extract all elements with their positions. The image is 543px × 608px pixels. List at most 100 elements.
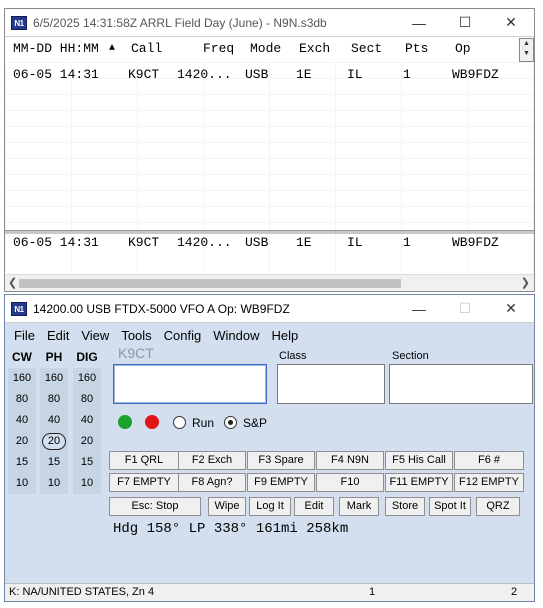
horizontal-scrollbar[interactable]: ❮ ❯ [5, 274, 534, 291]
band-button[interactable]: 160 [8, 368, 36, 389]
class-label: Class [279, 350, 307, 362]
column-header-freq[interactable]: Freq [203, 40, 234, 58]
band-button[interactable]: 15 [73, 452, 101, 473]
cell-sect: IL [347, 235, 363, 250]
scroll-left-icon[interactable]: ❮ [8, 276, 17, 289]
band-button[interactable]: 15 [8, 452, 36, 473]
minimize-icon[interactable]: ― [396, 9, 442, 37]
entry-titlebar[interactable]: N1 14200.00 USB FTDX-5000 VFO A Op: WB9F… [5, 295, 534, 323]
status-country-zone: K: NA/UNITED STATES, Zn 4 [9, 586, 155, 598]
f4-button[interactable]: F4 N9N [316, 451, 384, 470]
sort-ascending-icon: ▲ [109, 43, 116, 54]
cell-exch: 1E [296, 235, 312, 250]
cell-exch: 1E [296, 67, 312, 82]
log-titlebar[interactable]: N1 6/5/2025 14:31:58Z ARRL Field Day (Ju… [5, 9, 534, 37]
cell-pts: 1 [403, 235, 411, 250]
section-input[interactable] [389, 364, 533, 404]
close-icon[interactable]: ✕ [488, 295, 534, 323]
f6-button[interactable]: F6 # [454, 451, 524, 470]
minimize-icon[interactable]: ― [396, 295, 442, 323]
mark-button[interactable]: Mark [339, 497, 379, 516]
run-radio-label[interactable]: Run [192, 416, 214, 430]
column-header-pts[interactable]: Pts [405, 40, 428, 58]
close-icon[interactable]: ✕ [488, 9, 534, 37]
f11-button[interactable]: F11 EMPTY [385, 473, 453, 492]
f7-button[interactable]: F7 EMPTY [109, 473, 179, 492]
spot-it-button[interactable]: Spot It [429, 497, 471, 516]
band-button[interactable]: 20 [73, 431, 101, 452]
log-grid: 06-05 14:31 K9CT 1420... USB 1E IL 1 WB9… [5, 62, 534, 230]
column-header-datetime[interactable]: MM-DD HH:MM [13, 40, 99, 58]
band-button[interactable]: 80 [73, 389, 101, 410]
band-header-cw: CW [12, 350, 32, 364]
band-button-selected[interactable]: 20 [40, 431, 68, 452]
f9-button[interactable]: F9 EMPTY [247, 473, 315, 492]
cell-freq: 1420... [177, 67, 232, 82]
vertical-scroll-arrows[interactable]: ▲ ▼ [519, 38, 534, 62]
band-button[interactable]: 10 [8, 473, 36, 494]
selected-band-indicator: 20 [42, 433, 66, 450]
esc-stop-button[interactable]: Esc: Stop [109, 497, 201, 516]
band-button[interactable]: 10 [40, 473, 68, 494]
f2-button[interactable]: F2 Exch [178, 451, 246, 470]
f3-button[interactable]: F3 Spare [247, 451, 315, 470]
f12-button[interactable]: F12 EMPTY [454, 473, 524, 492]
f1-button[interactable]: F1 QRL [109, 451, 179, 470]
run-radio[interactable] [173, 416, 186, 429]
scroll-right-icon[interactable]: ❯ [521, 276, 530, 289]
f10-button[interactable]: F10 [316, 473, 384, 492]
band-button[interactable]: 15 [40, 452, 68, 473]
menu-view[interactable]: View [81, 328, 109, 346]
band-button[interactable]: 40 [40, 410, 68, 431]
menu-edit[interactable]: Edit [47, 328, 69, 346]
band-button[interactable]: 80 [40, 389, 68, 410]
band-button[interactable]: 40 [8, 410, 36, 431]
cell-mode: USB [245, 67, 269, 82]
status-bar: K: NA/UNITED STATES, Zn 4 1 2 [5, 583, 534, 601]
log-it-button[interactable]: Log It [249, 497, 291, 516]
sp-radio-label[interactable]: S&P [243, 416, 267, 430]
column-header-exch[interactable]: Exch [299, 40, 330, 58]
f5-button[interactable]: F5 His Call [385, 451, 453, 470]
band-button[interactable]: 10 [73, 473, 101, 494]
menu-config[interactable]: Config [164, 328, 202, 346]
menu-file[interactable]: File [14, 328, 35, 346]
menu-window[interactable]: Window [213, 328, 259, 346]
cell-call: K9CT [128, 67, 160, 82]
band-button[interactable]: 40 [73, 410, 101, 431]
column-header-call[interactable]: Call [131, 40, 162, 58]
table-row[interactable]: 06-05 14:31 K9CT 1420... USB 1E IL 1 WB9… [5, 234, 534, 252]
status-right: 2 [511, 586, 518, 598]
cell-datetime: 06-05 14:31 [13, 235, 99, 250]
column-header-sect[interactable]: Sect [351, 40, 382, 58]
band-column-dig: DIG 160 80 40 20 15 10 [73, 350, 101, 494]
cell-freq: 1420... [177, 235, 232, 250]
maximize-icon: ☐ [458, 300, 472, 316]
n1mm-app-icon: N1 [11, 301, 27, 316]
edit-button[interactable]: Edit [294, 497, 334, 516]
maximize-icon[interactable]: ☐ [442, 9, 488, 37]
band-column-cw: CW 160 80 40 20 15 10 [8, 350, 36, 494]
band-button[interactable]: 160 [73, 368, 101, 389]
callsign-input[interactable] [113, 364, 267, 404]
class-input[interactable] [277, 364, 385, 404]
store-button[interactable]: Store [385, 497, 425, 516]
qrz-button[interactable]: QRZ [476, 497, 520, 516]
wipe-button[interactable]: Wipe [208, 497, 246, 516]
band-button[interactable]: 80 [8, 389, 36, 410]
column-header-op[interactable]: Op [455, 40, 471, 58]
column-header-mode[interactable]: Mode [250, 40, 281, 58]
f8-button[interactable]: F8 Agn? [178, 473, 246, 492]
sp-radio[interactable] [224, 416, 237, 429]
band-button[interactable]: 160 [40, 368, 68, 389]
status-led-red-icon [145, 415, 159, 429]
entry-window-title: 14200.00 USB FTDX-5000 VFO A Op: WB9FDZ [33, 301, 290, 316]
cell-pts: 1 [403, 67, 411, 82]
table-row[interactable]: 06-05 14:31 K9CT 1420... USB 1E IL 1 WB9… [5, 66, 534, 84]
band-button[interactable]: 20 [8, 431, 36, 452]
status-count: 1 [369, 586, 376, 598]
horizontal-scroll-thumb[interactable] [19, 279, 401, 288]
menu-help[interactable]: Help [272, 328, 299, 346]
menu-tools[interactable]: Tools [121, 328, 151, 346]
band-header-ph: PH [45, 350, 63, 364]
